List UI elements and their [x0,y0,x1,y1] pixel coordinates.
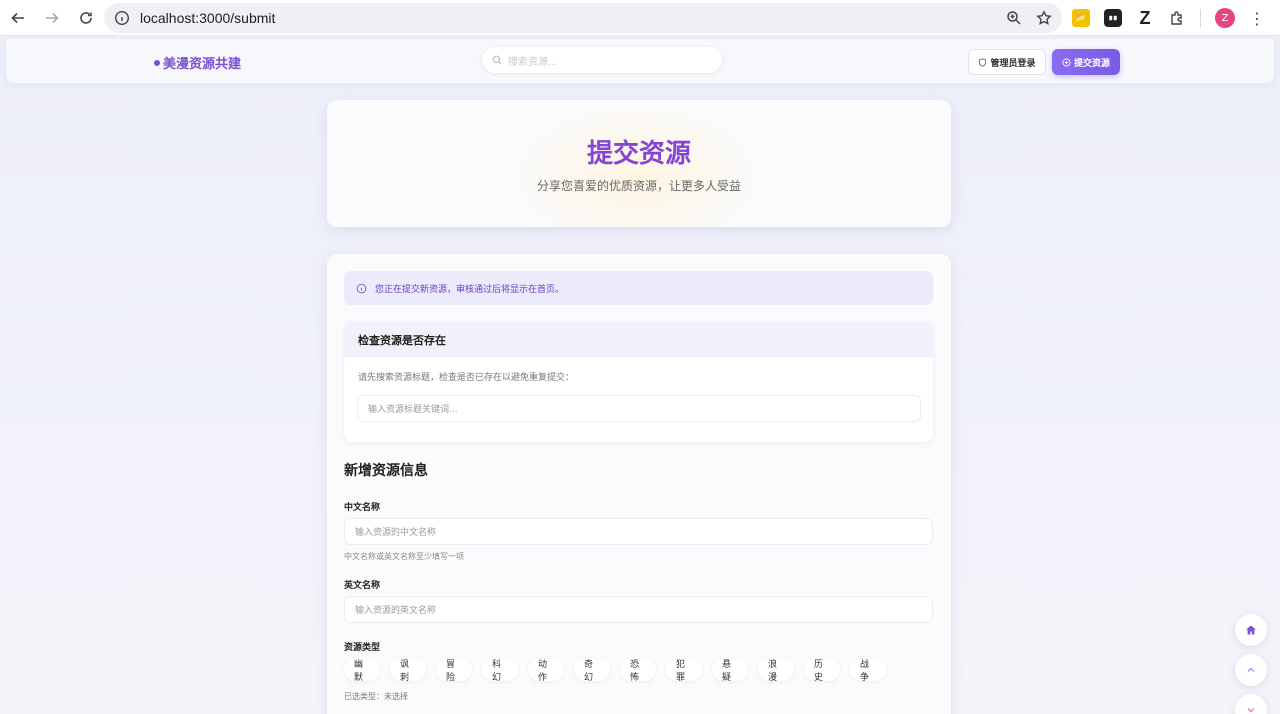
extension-icon[interactable] [1104,9,1122,27]
info-notice: 您正在提交新资源，审核通过后将显示在首页。 [344,271,933,305]
page-subtitle: 分享您喜爱的优质资源，让更多人受益 [536,179,741,193]
admin-login-label: 管理员登录 [990,58,1036,69]
type-chip-crime[interactable]: 犯罪 [666,659,702,683]
address-bar[interactable]: localhost:3000/submit [104,3,1062,33]
bookmark-star-icon[interactable] [1036,10,1052,26]
shield-icon [979,57,987,67]
z-extension-icon[interactable]: Z [1136,8,1154,28]
cn-name-label: 中文名称 [344,503,381,513]
site-header: 美漫资源共建 搜索资源... 管理员登录 提交资源 [6,39,1274,83]
cn-name-input[interactable]: 输入资源的中文名称 [344,518,933,545]
type-chip-satire[interactable]: 讽刺 [390,659,426,683]
home-fab-button[interactable] [1235,614,1267,646]
type-chip-war[interactable]: 战争 [850,659,886,683]
zoom-icon[interactable] [1006,10,1022,26]
type-chip-mystery[interactable]: 悬疑 [712,659,748,683]
admin-login-button[interactable]: 管理员登录 [968,49,1046,75]
submit-resource-label: 提交资源 [1073,58,1110,69]
search-icon [492,55,502,65]
cn-name-hint: 中文名称或英文名称至少填写一项 [344,552,464,561]
info-notice-text: 您正在提交新资源，审核通过后将显示在首页。 [375,284,565,295]
type-chip-history[interactable]: 历史 [804,659,840,683]
profile-avatar[interactable]: Z [1215,8,1235,28]
scroll-up-button[interactable] [1235,654,1267,686]
submit-resource-button[interactable]: 提交资源 [1052,49,1120,75]
page-content: 美漫资源共建 搜索资源... 管理员登录 提交资源 提交资源 分享您喜爱的优质资… [0,37,1280,714]
type-chip-fantasy[interactable]: 奇幻 [574,659,610,683]
info-icon [356,283,367,293]
reload-icon[interactable] [70,2,102,34]
type-chip-humor[interactable]: 幽默 [344,659,380,683]
en-name-label: 英文名称 [344,581,381,591]
header-search-placeholder: 搜索资源... [508,56,558,68]
site-logo[interactable]: 美漫资源共建 [154,53,241,72]
page-title: 提交资源 [586,139,691,169]
browser-toolbar: localhost:3000/submit 📂 Z Z ⋮ [0,0,1280,36]
brand-name: 美漫资源共建 [163,57,242,72]
home-icon [1246,625,1256,635]
chevron-down-icon [1247,708,1255,713]
type-chip-horror[interactable]: 恐怖 [620,659,656,683]
section-title: 新增资源信息 [344,463,428,479]
check-exists-panel: 检查资源是否存在 请先搜索资源标题，检查是否已存在以避免重复提交： 输入资源标题… [344,322,933,442]
hero-card: 提交资源 分享您喜爱的优质资源，让更多人受益 [327,100,951,227]
submit-form-card: 您正在提交新资源，审核通过后将显示在首页。 检查资源是否存在 请先搜索资源标题，… [327,254,951,714]
url-text[interactable]: localhost:3000/submit [140,10,275,26]
toolbar-divider [1200,9,1201,27]
menu-kebab-icon[interactable]: ⋮ [1249,9,1265,28]
back-icon[interactable] [2,2,34,34]
folder-extension-icon[interactable]: 📂 [1072,9,1090,27]
scroll-down-button[interactable] [1235,694,1267,714]
puzzle-extensions-icon[interactable] [1168,9,1186,27]
site-info-icon[interactable] [114,10,130,26]
selected-types-text: 已选类型：未选择 [344,692,408,701]
header-search[interactable]: 搜索资源... [482,47,722,73]
en-name-input[interactable]: 输入资源的英文名称 [344,596,933,623]
type-chip-adventure[interactable]: 冒险 [436,659,472,683]
chevron-up-icon [1247,667,1255,672]
type-chip-action[interactable]: 动作 [528,659,564,683]
resource-type-options: 幽默 讽刺 冒险 科幻 动作 奇幻 恐怖 犯罪 悬疑 浪漫 历史 战争 [344,659,886,683]
type-chip-scifi[interactable]: 科幻 [482,659,518,683]
resource-type-label: 资源类型 [344,643,381,653]
logo-dot-icon [154,59,160,66]
check-exists-title: 检查资源是否存在 [344,322,933,357]
plus-circle-icon [1062,58,1071,66]
forward-icon[interactable] [36,2,68,34]
check-exists-input[interactable]: 输入资源标题关键词... [357,395,921,422]
type-chip-romance[interactable]: 浪漫 [758,659,794,683]
check-exists-hint: 请先搜索资源标题，检查是否已存在以避免重复提交： [358,373,575,383]
